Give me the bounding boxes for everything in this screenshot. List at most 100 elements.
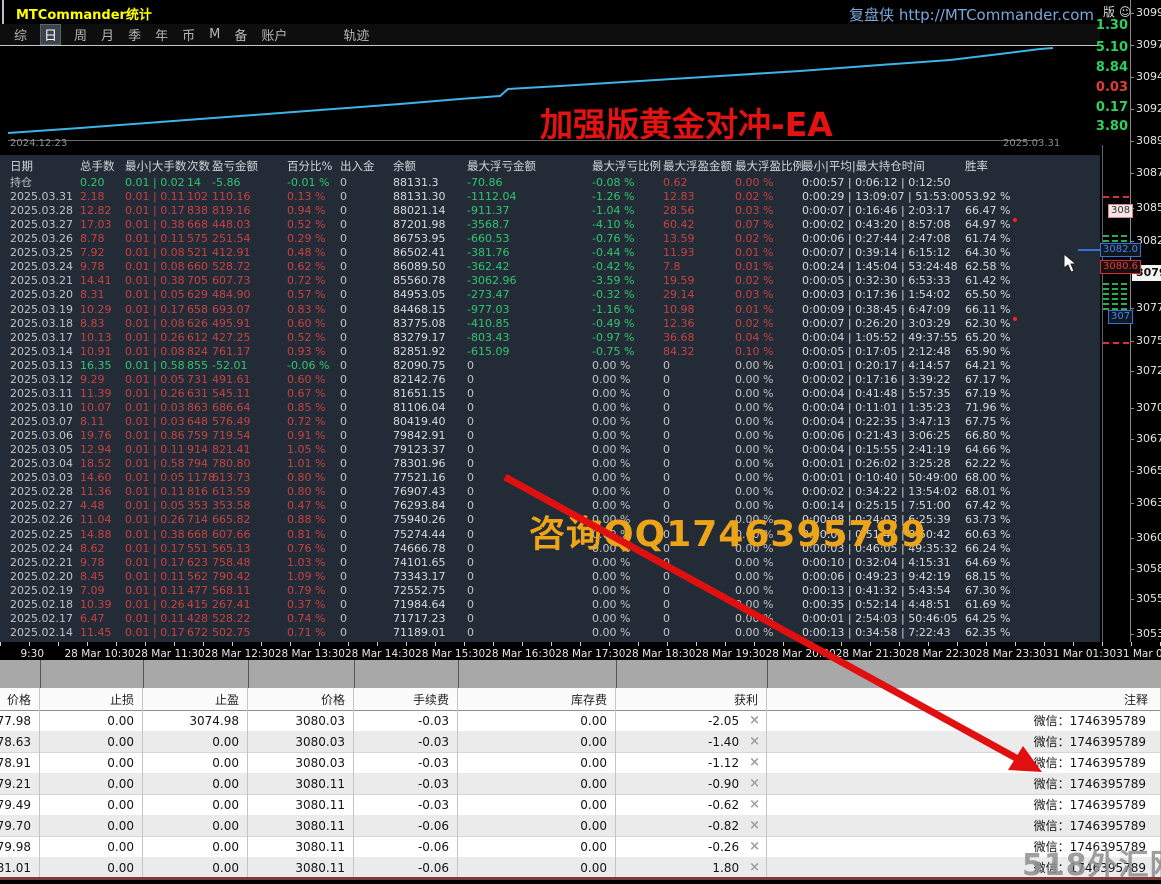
stats-row[interactable]: 2025.03.2114.410.01 | 0.38705607.730.72 … [0,274,1100,288]
stats-row[interactable]: 2025.03.257.920.01 | 0.08521412.910.48 %… [0,246,1100,260]
stats-cell-10: 28.56 [663,204,695,218]
close-position-icon[interactable]: × [749,818,760,833]
column-divider[interactable] [616,660,617,688]
menu-item-3[interactable]: 月 [101,25,114,44]
position-row[interactable]: 3078.630.000.003080.03-0.030.00-1.40×微信：… [0,731,1161,753]
stats-row[interactable]: 2025.02.1411.450.01 | 0.17672502.750.71 … [0,626,1100,640]
stats-cell-6: 0 [340,331,347,345]
stats-row[interactable]: 2025.02.2811.360.01 | 0.11816613.590.80 … [0,485,1100,499]
positions-header-1[interactable]: 止损 [40,688,143,710]
stats-row[interactable]: 2025.02.208.450.01 | 0.11562790.421.09 %… [0,570,1100,584]
stats-cell-2: 0.01 | 0.08 [125,246,185,260]
stats-row[interactable]: 2025.03.1316.350.01 | 0.58855-52.01-0.06… [0,359,1100,373]
stats-cell-7: 82851.92 [393,345,446,359]
column-divider[interactable] [143,660,144,688]
menu-item-0[interactable]: 综 [14,25,27,44]
stats-cell-4: 719.54 [212,429,251,443]
stats-row[interactable]: 2025.03.249.780.01 | 0.08660528.720.62 %… [0,260,1100,274]
positions-header-7[interactable]: 注释 [767,688,1161,710]
menu-item-5[interactable]: 年 [155,25,168,44]
stats-row[interactable]: 2025.02.219.780.01 | 0.17623758.481.03 %… [0,556,1100,570]
position-row[interactable]: 3078.910.000.003080.03-0.030.00-1.12×微信：… [0,752,1161,774]
position-row[interactable]: 3081.010.000.003080.11-0.060.001.80×微信：1… [0,857,1161,879]
stats-cell-6: 0 [340,626,347,640]
positions-header-2[interactable]: 止盈 [143,688,248,710]
stats-row[interactable]: 2025.03.1910.290.01 | 0.17658693.070.83 … [0,303,1100,317]
positions-header-6[interactable]: 获利 [616,688,767,710]
pending-order-dash [1103,235,1109,237]
positions-header-0[interactable]: 价格 [0,688,40,710]
stats-row[interactable]: 2025.03.1410.910.01 | 0.08824761.170.93 … [0,345,1100,359]
stats-row[interactable]: 2025.03.078.110.01 | 0.03648576.490.72 %… [0,415,1100,429]
stats-row[interactable]: 2025.02.197.090.01 | 0.11477568.110.79 %… [0,584,1100,598]
stats-cell-1: 8.62 [80,542,105,556]
stats-row[interactable]: 2025.03.2717.030.01 | 0.38668448.030.52 … [0,218,1100,232]
positions-header-3[interactable]: 价格 [248,688,354,710]
column-divider[interactable] [458,660,459,688]
column-divider[interactable] [248,660,249,688]
position-row[interactable]: 3079.490.000.003080.11-0.030.00-0.62×微信：… [0,794,1161,816]
positions-header-5[interactable]: 库存费 [458,688,616,710]
menu-item-9[interactable]: 账户 [261,25,287,44]
stats-row[interactable]: 2025.03.0619.760.01 | 0.86759719.540.91 … [0,429,1100,443]
positions-header-4[interactable]: 手续费 [354,688,458,710]
stats-row[interactable]: 2025.03.129.290.01 | 0.05731491.610.60 %… [0,373,1100,387]
stats-cell-12: 0:00:02 | 0:34:22 | 13:54:02 [802,485,958,499]
stats-row[interactable]: 2025.02.1810.390.01 | 0.26415267.410.37 … [0,598,1100,612]
column-divider[interactable] [40,660,41,688]
column-divider[interactable] [767,660,768,688]
stats-row[interactable]: 2025.03.188.830.01 | 0.08626495.910.60 %… [0,317,1100,331]
stats-row[interactable]: 2025.03.2812.820.01 | 0.17838819.160.94 … [0,204,1100,218]
stats-cell-1: 11.39 [80,387,112,401]
position-row[interactable]: 3079.700.000.003080.11-0.060.00-0.82×微信：… [0,815,1161,837]
position-row[interactable]: 3079.980.000.003080.11-0.060.00-0.26×微信：… [0,836,1161,858]
price-tick [1130,569,1134,570]
stats-row[interactable]: 2025.02.176.470.01 | 0.11428528.220.74 %… [0,612,1100,626]
close-position-icon[interactable]: × [749,755,760,770]
menu-item-1[interactable]: 日 [41,25,60,44]
stats-row[interactable]: 持仓0.200.01 | 0.0214-5.86-0.01 %088131.3-… [0,176,1100,190]
stats-row[interactable]: 2025.03.1111.390.01 | 0.26631545.110.67 … [0,387,1100,401]
position-cell-6: -0.90× [616,773,767,794]
stats-row[interactable]: 2025.03.312.180.01 | 0.11102110.160.13 %… [0,190,1100,204]
stats-cell-13: 65.90 % [965,345,1010,359]
stats-header-9: 最大浮亏比例 [592,158,661,173]
close-position-icon[interactable]: × [749,734,760,749]
column-grip-strip[interactable] [0,660,1161,689]
stats-row[interactable]: 2025.03.0314.600.01 | 0.051178613.730.80… [0,471,1100,485]
stats-row[interactable]: 2025.03.208.310.01 | 0.05629484.900.57 %… [0,288,1100,302]
menu-item-4[interactable]: 季 [128,25,141,44]
stats-row[interactable]: 2025.03.1710.130.01 | 0.26612427.250.52 … [0,331,1100,345]
stats-cell-6: 0 [340,612,347,626]
menu-item-2[interactable]: 周 [74,25,87,44]
ea-title-watermark: 加强版黄金对冲-EA [540,98,833,146]
close-position-icon[interactable]: × [749,860,760,875]
menu-item-8[interactable]: 备 [234,25,247,44]
stats-row[interactable]: 2025.03.0418.520.01 | 0.58794780.801.01 … [0,457,1100,471]
close-position-icon[interactable]: × [749,797,760,812]
menu-item-6[interactable]: 币 [182,25,195,44]
column-divider[interactable] [354,660,355,688]
pending-order-dash [1112,298,1118,300]
stats-row[interactable]: 2025.03.1010.070.01 | 0.03863686.640.85 … [0,401,1100,415]
price-tick [1130,371,1134,372]
stats-cell-10: 0 [663,443,670,457]
position-row[interactable]: 3079.210.000.003080.11-0.030.00-0.90×微信：… [0,773,1161,795]
edge-value-0: 1.30 [1096,18,1128,34]
position-cell-1: 0.00 [40,710,143,731]
stats-cell-3: 794 [187,457,208,471]
stats-cell-12: 0:00:04 | 0:11:01 | 1:35:23 [802,401,951,415]
position-cell-2: 0.00 [143,794,248,815]
stats-cell-2: 0.01 | 0.11 [125,443,185,457]
stats-cell-11: 0.00 % [735,415,773,429]
stats-row[interactable]: 2025.03.268.780.01 | 0.11575251.540.29 %… [0,232,1100,246]
menu-item-10[interactable]: 轨迹 [343,25,369,44]
close-position-icon[interactable]: × [749,839,760,854]
stats-row[interactable]: 2025.03.0512.940.01 | 0.11914821.411.05 … [0,443,1100,457]
position-value: 微信：1746395789 [1034,796,1146,813]
close-position-icon[interactable]: × [749,776,760,791]
stats-cell-3: 562 [187,570,208,584]
menu-item-7[interactable]: M [209,27,220,42]
position-row[interactable]: 3077.980.003074.983080.03-0.030.00-2.05×… [0,710,1161,732]
close-position-icon[interactable]: × [749,713,760,728]
